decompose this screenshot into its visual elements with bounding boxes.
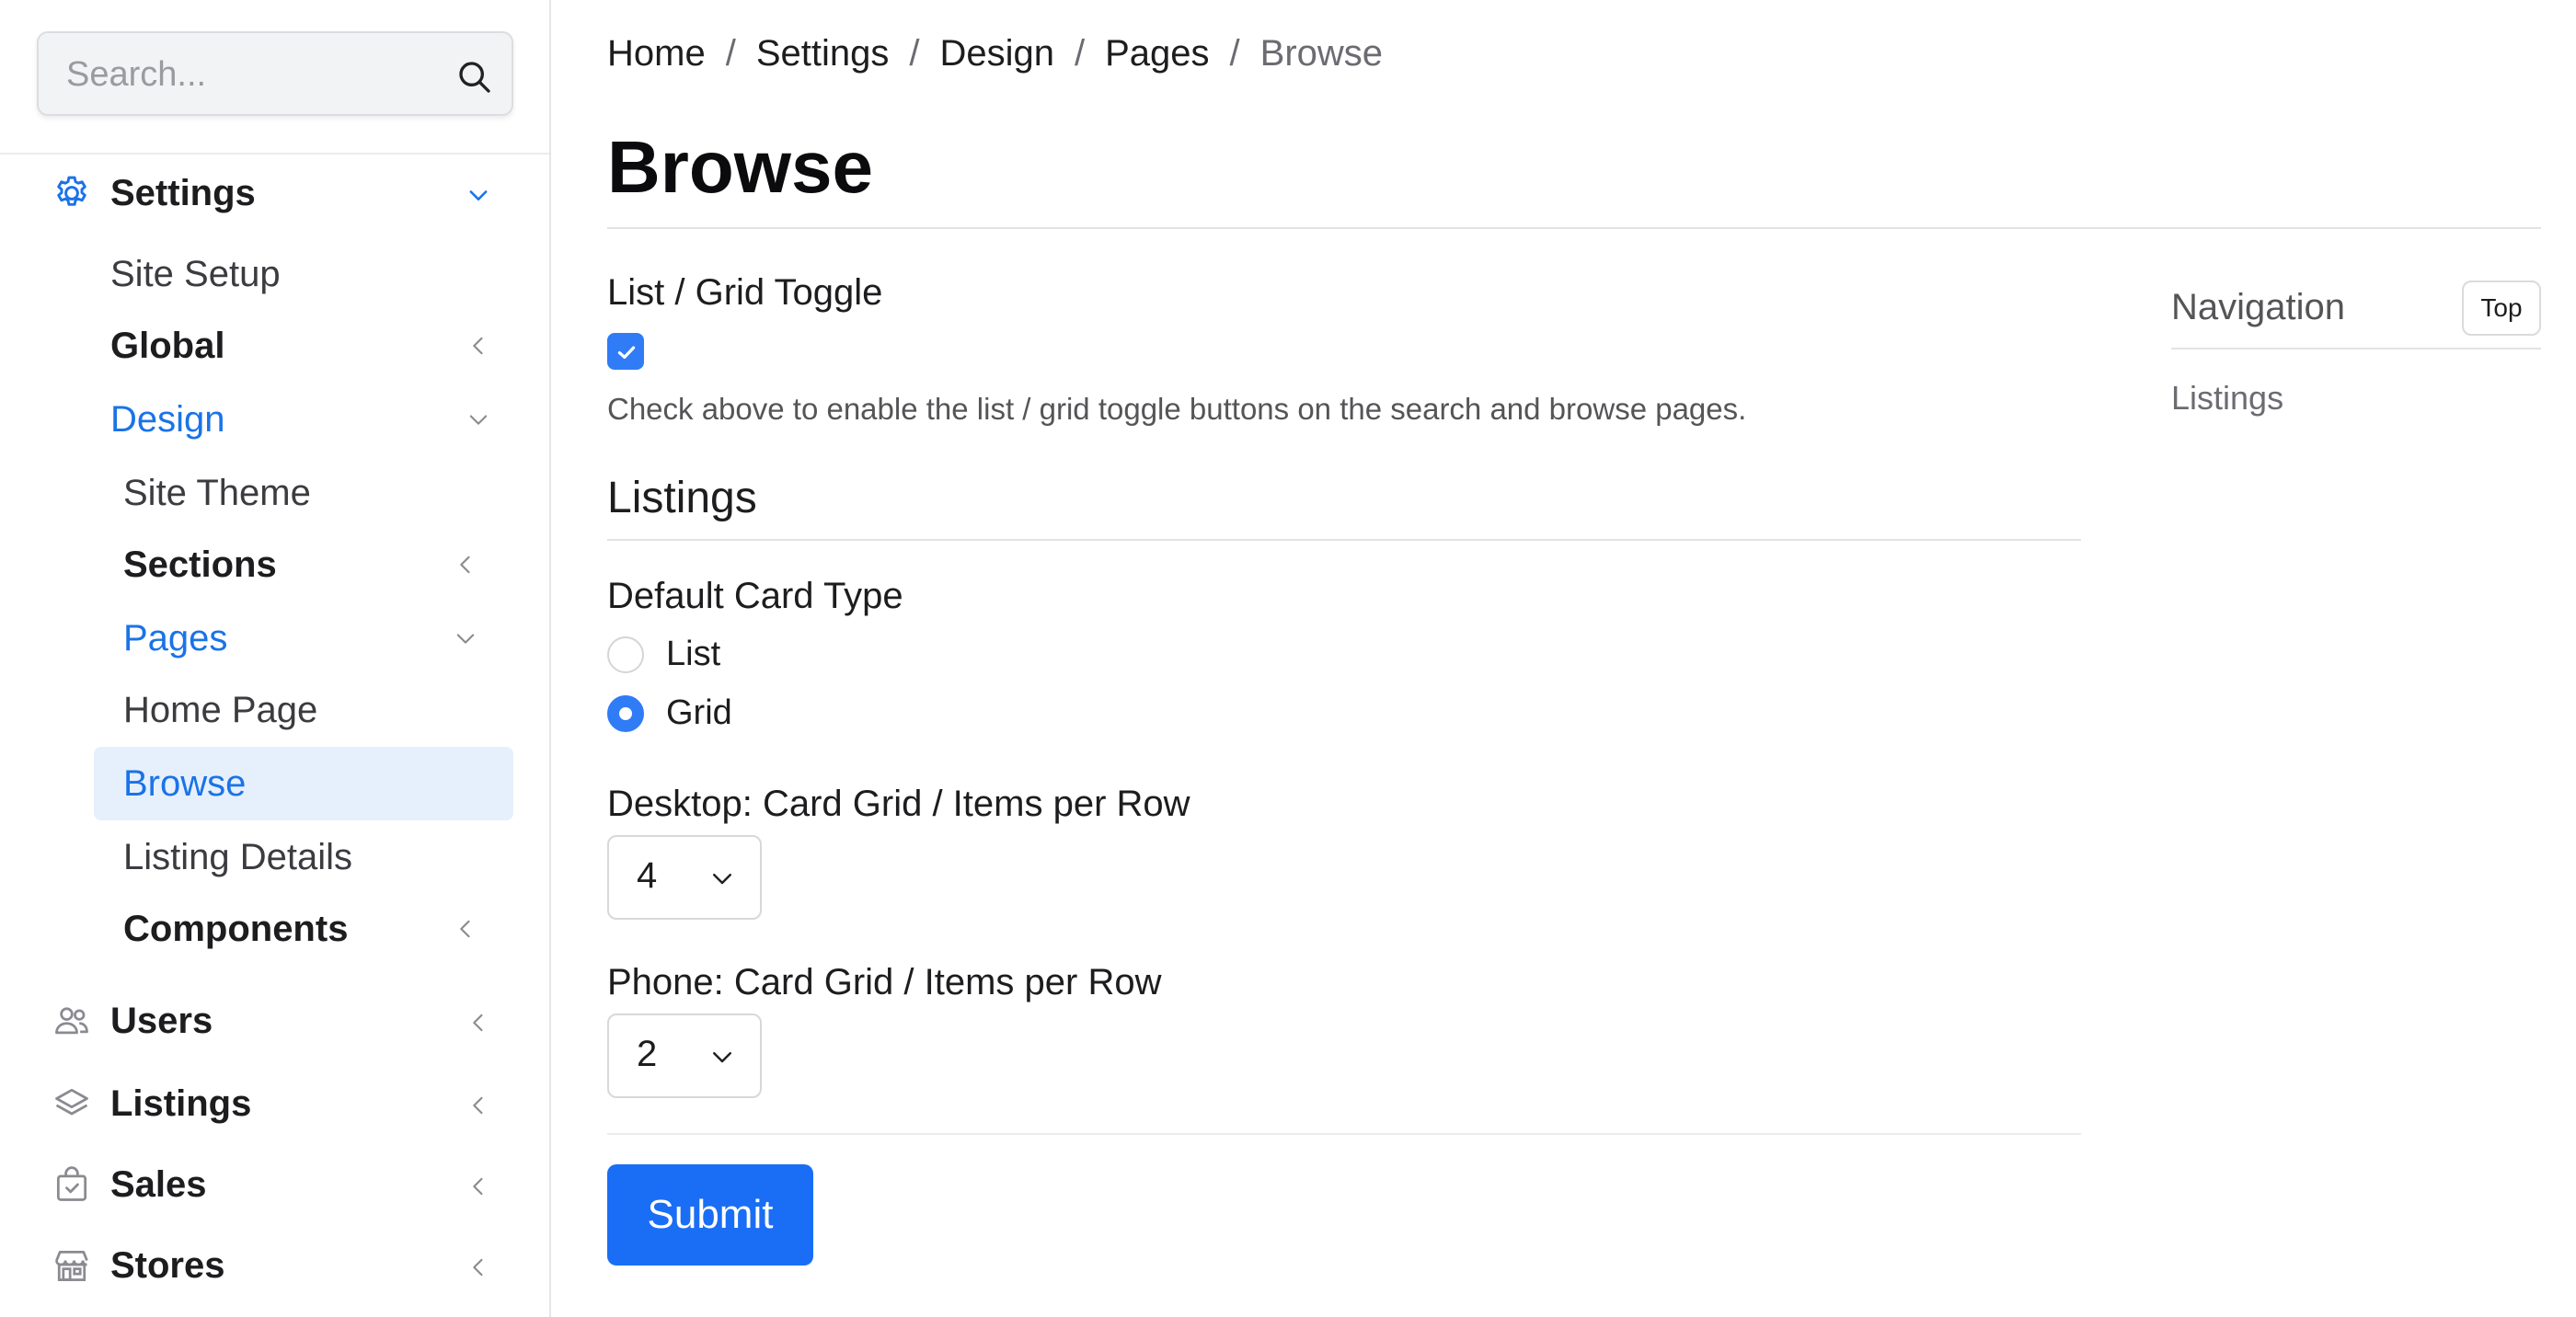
store-icon [55, 1250, 88, 1281]
chevron-left-icon [473, 1258, 483, 1277]
sidebar-item-label: Browse [123, 762, 247, 804]
breadcrumb-settings[interactable]: Settings [756, 33, 890, 74]
sidebar-item-listing-details[interactable]: Listing Details [123, 830, 515, 885]
chevron-left-icon [473, 1177, 483, 1196]
right-nav-title: Navigation [2171, 287, 2346, 327]
gear-icon [57, 176, 86, 206]
sidebar-item-sales[interactable]: Sales [52, 1157, 512, 1212]
sidebar-item-label: Pages [123, 617, 228, 658]
chevron-down-icon [469, 415, 488, 425]
back-to-top-button[interactable]: Top [2462, 281, 2541, 336]
sidebar-item-label: Users [110, 1000, 213, 1041]
desktop-items-select[interactable]: 4 [607, 835, 762, 920]
sidebar-item-site-setup[interactable]: Site Setup [110, 246, 515, 302]
search-input[interactable] [66, 52, 453, 97]
chevron-down-icon [713, 1052, 731, 1063]
breadcrumb: Home / Settings / Design / Pages / Brows… [607, 33, 1383, 74]
sidebar-item-label: Sales [110, 1163, 207, 1205]
breadcrumb-current: Browse [1259, 33, 1384, 74]
users-icon [55, 1007, 88, 1035]
title-divider [607, 227, 2541, 229]
sidebar-item-components[interactable]: Components [123, 901, 515, 956]
chevron-left-icon [473, 1014, 483, 1032]
chevron-left-icon [473, 1096, 483, 1115]
sidebar-item-label: Site Setup [110, 253, 281, 294]
toggle-label: List / Grid Toggle [607, 272, 883, 313]
sidebar-item-listings[interactable]: Listings [52, 1076, 512, 1131]
sidebar-item-pages[interactable]: Pages [123, 611, 515, 666]
app-root: Settings Site Setup Global Design Site T… [0, 0, 2576, 1317]
sidebar-item-home-page[interactable]: Home Page [123, 682, 515, 738]
radio-grid[interactable] [607, 694, 644, 732]
sidebar-item-label: Site Theme [123, 472, 311, 513]
sidebar-item-label: Home Page [123, 689, 318, 730]
radio-option-list[interactable]: List [607, 635, 720, 674]
sidebar-item-label: Listing Details [123, 836, 353, 877]
breadcrumb-home[interactable]: Home [607, 33, 706, 74]
breadcrumb-separator: / [725, 33, 736, 74]
sidebar-item-label: Settings [110, 172, 256, 213]
list-grid-toggle-checkbox[interactable] [607, 333, 644, 370]
section-title-listings: Listings [607, 474, 757, 522]
chevron-left-icon [473, 337, 483, 355]
sidebar-item-settings[interactable]: Settings [52, 166, 512, 221]
phone-items-select[interactable]: 2 [607, 1014, 762, 1098]
search-box[interactable] [37, 31, 513, 116]
breadcrumb-design[interactable]: Design [939, 33, 1054, 74]
submit-button[interactable]: Submit [607, 1164, 813, 1265]
sidebar-item-label: Listings [110, 1082, 252, 1124]
phone-items-value: 2 [637, 1034, 658, 1074]
card-type-label: Default Card Type [607, 576, 903, 616]
breadcrumb-separator: / [1075, 33, 1086, 74]
sidebar-item-label: Components [123, 908, 349, 949]
sidebar-item-global[interactable]: Global [110, 318, 515, 373]
sidebar-item-label: Global [110, 325, 225, 366]
toggle-help-text: Check above to enable the list / grid to… [607, 392, 1747, 426]
sidebar-item-design[interactable]: Design [110, 392, 515, 447]
sidebar-item-site-theme[interactable]: Site Theme [123, 465, 515, 521]
sidebar-item-label: Design [110, 398, 225, 440]
radio-list-label: List [666, 635, 721, 673]
sidebar-item-stores[interactable]: Stores [52, 1238, 512, 1293]
sidebar: Settings Site Setup Global Design Site T… [0, 0, 551, 1317]
sidebar-item-label: Sections [123, 544, 277, 585]
right-nav-divider [2171, 348, 2541, 349]
chevron-down-icon [469, 190, 488, 200]
desktop-items-label: Desktop: Card Grid / Items per Row [607, 784, 1190, 824]
shopping-bag-icon [56, 1166, 87, 1201]
check-icon [617, 346, 636, 360]
chevron-down-icon [456, 634, 475, 644]
radio-grid-label: Grid [666, 693, 732, 732]
chevron-left-icon [460, 920, 470, 938]
breadcrumb-pages[interactable]: Pages [1105, 33, 1209, 74]
breadcrumb-separator: / [1229, 33, 1240, 74]
breadcrumb-separator: / [909, 33, 920, 74]
radio-option-grid[interactable]: Grid [607, 693, 732, 733]
radio-list[interactable] [607, 636, 644, 673]
chevron-down-icon [713, 874, 731, 885]
sidebar-item-sections[interactable]: Sections [123, 537, 515, 592]
page-title: Browse [607, 126, 873, 208]
sidebar-item-users[interactable]: Users [52, 993, 512, 1048]
section-divider [607, 539, 2081, 541]
desktop-items-value: 4 [637, 855, 658, 896]
layers-icon [55, 1088, 88, 1116]
phone-items-label: Phone: Card Grid / Items per Row [607, 962, 1162, 1002]
form-divider [607, 1133, 2081, 1135]
sidebar-item-browse[interactable]: Browse [123, 756, 510, 811]
chevron-left-icon [460, 555, 470, 574]
search-icon[interactable] [456, 59, 493, 96]
sidebar-item-label: Stores [110, 1244, 225, 1286]
right-nav-link-listings[interactable]: Listings [2171, 379, 2283, 418]
sidebar-divider [0, 153, 549, 155]
